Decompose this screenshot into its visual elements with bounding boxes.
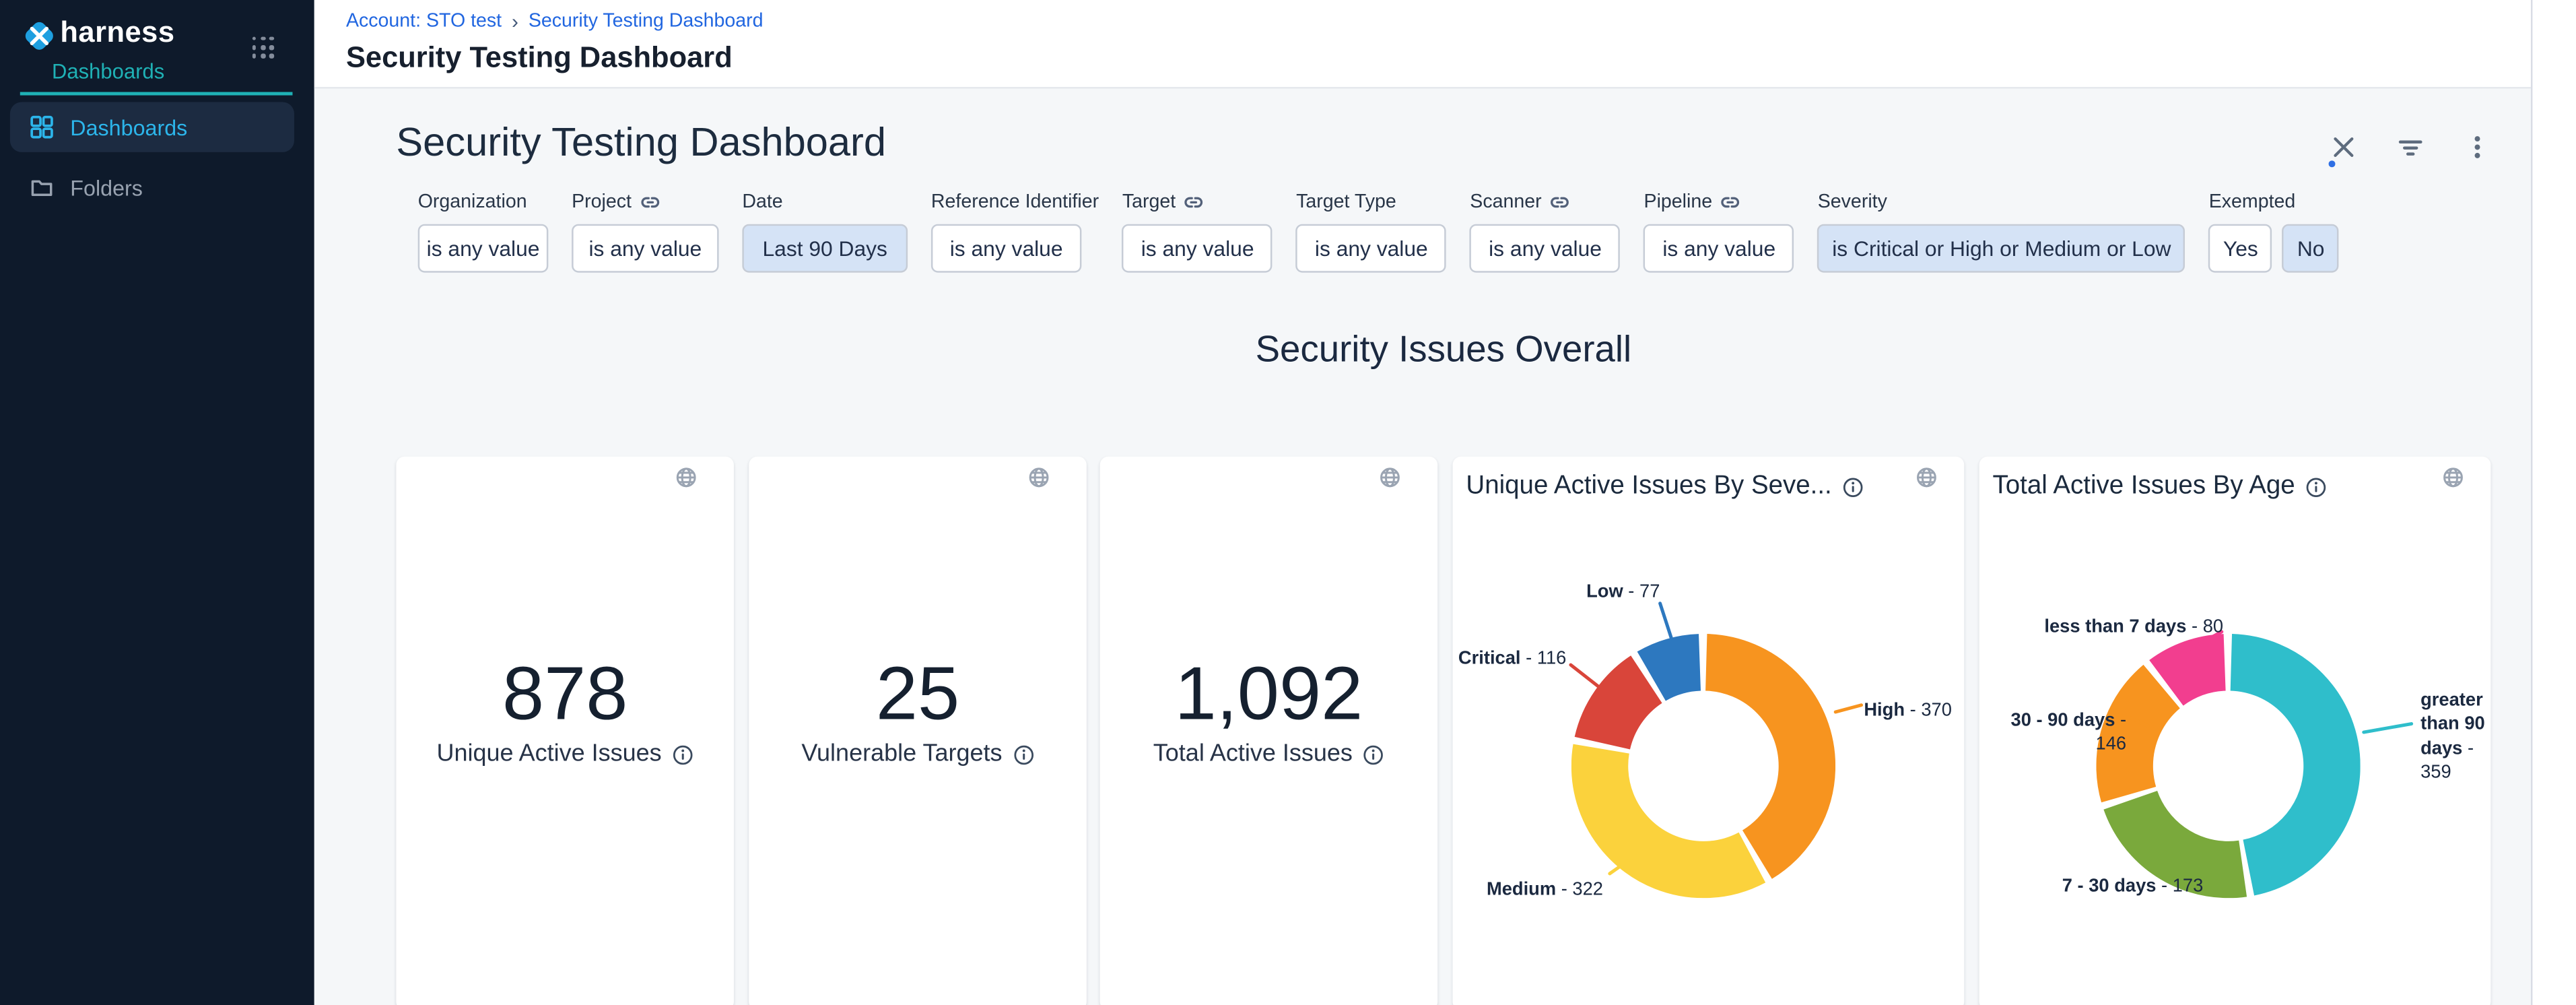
filter-reference-identifier-value[interactable]: is any value [931,224,1081,273]
callout-label-high: High - 370 [1864,699,1964,723]
section-title: Security Issues Overall [396,328,2490,372]
donut-age-svg [2096,634,2360,898]
close-icon[interactable] [2330,134,2357,161]
filter-exempted: Exempted Yes No [2209,191,2340,273]
chart-card-issues-by-age: Total Active Issues By Age less than 7 d… [1979,457,2491,1005]
dashboard-grid-icon [30,115,54,139]
filter-label: Scanner [1470,191,1541,212]
breadcrumb-account-link[interactable]: Account: STO test [346,11,502,32]
breadcrumb: Account: STO test › Security Testing Das… [346,11,764,32]
filter-project-value[interactable]: is any value [572,224,718,273]
stat-value: 25 [749,655,1087,731]
dashboard-content: Security Testing Dashboard Organization … [314,89,2531,1005]
callout-line-high [1833,703,1863,713]
stat-label: Total Active Issues [1153,741,1353,768]
link-icon [1184,191,1205,212]
filter-bar: Organization is any value Project is any… [418,191,2340,273]
brand-wordmark: harness [60,15,174,50]
chart-card-issues-by-severity: Unique Active Issues By Seve... Low - 77… [1453,457,1965,1005]
globe-icon[interactable] [675,467,697,488]
donut-severity-svg [1571,634,1835,898]
donut-chart-severity: Low - 77 Critical - 116 Medium - 322 Hig… [1453,457,1965,1005]
filter-organization: Organization is any value [418,191,549,273]
filter-target: Target is any value [1122,191,1273,273]
filter-label: Pipeline [1644,191,1713,212]
globe-icon[interactable] [1028,467,1050,488]
filter-target-value[interactable]: is any value [1122,224,1273,273]
filter-label: Exempted [2209,191,2296,212]
globe-icon[interactable] [1379,467,1400,488]
callout-label-medium: Medium - 322 [1486,878,1603,901]
sidebar-item-dashboards[interactable]: Dashboards [10,102,294,152]
filter-organization-value[interactable]: is any value [418,224,549,273]
filter-target-type: Target Type is any value [1296,191,1446,273]
stat-card-vulnerable-targets: 25 Vulnerable Targets [749,457,1087,1005]
sidebar-item-folders[interactable]: Folders [10,162,294,212]
filter-label: Reference Identifier [931,191,1099,212]
link-icon [1550,191,1570,212]
filter-pipeline: Pipeline is any value [1644,191,1794,273]
callout-label-less-than-7-days: less than 7 days - 80 [2029,616,2223,639]
info-icon[interactable] [672,744,693,765]
filter-scanner: Scanner is any value [1470,191,1620,273]
filter-severity-value[interactable]: is Critical or High or Medium or Low [1818,224,2185,273]
scrollbar[interactable] [2531,0,2576,1005]
filter-severity: Severity is Critical or High or Medium o… [1818,191,2185,273]
stat-label: Vulnerable Targets [801,741,1002,768]
filter-date-value[interactable]: Last 90 Days [742,224,908,273]
stat-label: Unique Active Issues [436,741,661,768]
sidebar-item-label: Folders [70,174,143,199]
callout-label-7-30-days: 7 - 30 days - 173 [2056,875,2203,899]
callout-label-critical: Critical - 116 [1456,647,1567,671]
harness-logo-icon[interactable] [22,18,57,53]
exempted-no-button[interactable]: No [2282,224,2339,273]
stat-card-total-active-issues: 1,092 Total Active Issues [1100,457,1438,1005]
filter-pipeline-value[interactable]: is any value [1644,224,1794,273]
callout-label-greater-than-90-days: greater than 90 days - 359 [2420,689,2494,785]
filter-icon[interactable] [2397,134,2424,161]
filter-label: Project [572,191,632,212]
callout-line-greater-than-90-days [2362,722,2413,734]
module-underline [20,92,293,96]
donut-chart-age: less than 7 days - 80 30 - 90 days - 146… [1979,457,2491,1005]
stat-value: 878 [396,655,734,731]
filter-label: Severity [1818,191,1887,212]
callout-label-30-90-days: 30 - 90 days - 146 [1983,709,2127,757]
callout-label-low: Low - 77 [1520,581,1660,604]
exempted-yes-button[interactable]: Yes [2209,224,2272,273]
module-switcher-icon[interactable] [252,37,274,59]
top-header: Account: STO test › Security Testing Das… [314,0,2576,89]
filter-scanner-value[interactable]: is any value [1470,224,1620,273]
dashboard-panel-title: Security Testing Dashboard [396,121,886,168]
kebab-menu-icon[interactable] [2464,134,2491,161]
filter-label: Organization [418,191,527,212]
filter-target-type-value[interactable]: is any value [1296,224,1446,273]
breadcrumb-page-link[interactable]: Security Testing Dashboard [529,11,764,32]
module-label: Dashboards [52,60,164,84]
filter-project: Project is any value [572,191,718,273]
chevron-right-icon: › [512,11,518,32]
stat-value: 1,092 [1100,655,1438,731]
filter-date: Date Last 90 Days [742,191,908,273]
folder-icon [30,176,54,199]
filter-label: Target [1122,191,1176,212]
filter-reference-identifier: Reference Identifier is any value [931,191,1099,273]
filter-label: Target Type [1296,191,1396,212]
link-icon [1721,191,1741,212]
filter-label: Date [742,191,782,212]
link-icon [640,191,660,212]
page-title: Security Testing Dashboard [346,40,733,75]
dashboard-toolbar [2330,134,2490,161]
stat-card-unique-active-issues: 878 Unique Active Issues [396,457,734,1005]
sidebar: harness Dashboards Dashboards Folders [0,0,314,1005]
cursor-dot [2329,160,2336,167]
harness-security-testing-dashboard: harness Dashboards Dashboards Folders [0,0,2576,1005]
info-icon[interactable] [1012,744,1033,765]
info-icon[interactable] [1363,744,1384,765]
sidebar-item-label: Dashboards [70,115,187,139]
